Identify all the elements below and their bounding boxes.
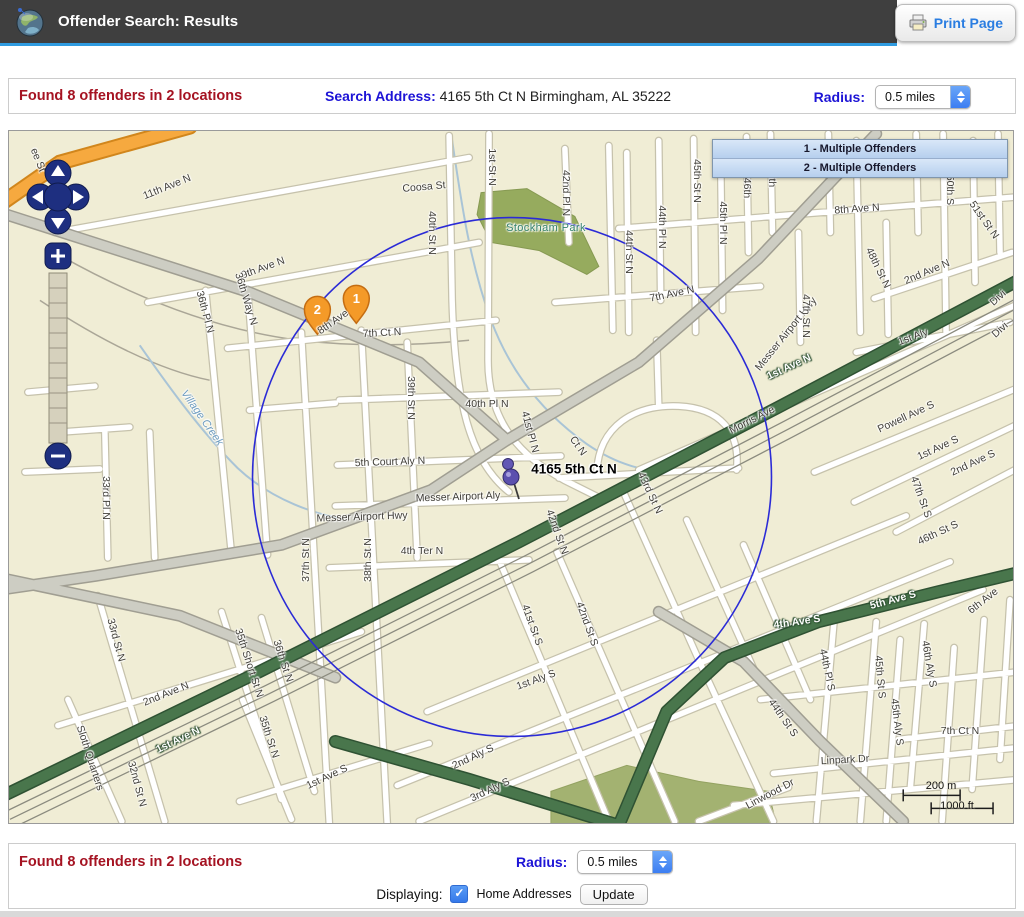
address-pin-label: 4165 5th Ct N (531, 462, 617, 477)
radius-select-value: 0.5 miles (876, 86, 950, 108)
map-controls (23, 147, 95, 477)
zoom-slider[interactable] (49, 273, 67, 443)
highways (9, 134, 903, 822)
offender-marker[interactable]: 1 (343, 285, 369, 323)
legend-item-1[interactable]: 1 - Multiple Offenders (713, 140, 1007, 158)
displaying-label: Displaying: (376, 887, 442, 902)
bottom-summary-bar: Found 8 offenders in 2 locations Radius:… (8, 843, 1016, 909)
radius-select-bottom[interactable]: 0.5 miles (577, 850, 673, 874)
search-address-label: Search Address: (325, 88, 436, 104)
scale-imperial-text: 1000 ft (940, 800, 974, 812)
radius-select[interactable]: 0.5 miles (875, 85, 971, 109)
search-address: Search Address: 4165 5th Ct N Birmingham… (325, 79, 671, 113)
radius-label-bottom: Radius: (516, 854, 567, 870)
radius-select-bottom-value: 0.5 miles (578, 851, 652, 873)
home-addresses-label: Home Addresses (476, 887, 571, 901)
map-canvas[interactable]: 12 (9, 131, 1013, 823)
found-offenders-text-bottom: Found 8 offenders in 2 locations (19, 844, 242, 880)
print-page-label: Print Page (934, 15, 1003, 31)
map[interactable]: 12 11th Ave N9th Ave N36th Pl N36th Way … (8, 130, 1014, 824)
search-address-value: 4165 5th Ct N Birmingham, AL 35222 (440, 88, 671, 104)
legend-item-2[interactable]: 2 - Multiple Offenders (713, 158, 1007, 177)
found-offenders-text: Found 8 offenders in 2 locations (19, 79, 242, 113)
radius-control-bottom: Radius: 0.5 miles (516, 850, 673, 874)
stepper-arrows-icon (950, 86, 970, 108)
home-addresses-checkbox[interactable]: ✓ (450, 885, 468, 903)
update-button[interactable]: Update (580, 884, 648, 905)
svg-text:2: 2 (314, 302, 321, 317)
radius-control: Radius: 0.5 miles (814, 85, 971, 109)
printer-icon (908, 14, 928, 32)
stockham-park-area (477, 189, 599, 275)
results-summary-bar: Found 8 offenders in 2 locations Search … (8, 78, 1016, 114)
page-title: Offender Search: Results (58, 0, 238, 43)
footer-strip (0, 911, 1024, 917)
scale-metric-text: 200 m (926, 780, 957, 792)
stepper-arrows-icon (652, 851, 672, 873)
display-options-row: Displaying: ✓ Home Addresses Update (9, 880, 1015, 908)
print-page-button[interactable]: Print Page (895, 4, 1016, 42)
map-legend: 1 - Multiple Offenders 2 - Multiple Offe… (712, 139, 1008, 178)
radius-label: Radius: (814, 89, 865, 105)
globe-icon (14, 6, 46, 38)
title-bar: Offender Search: Results Print Page (0, 0, 1024, 46)
svg-text:1: 1 (353, 291, 360, 306)
